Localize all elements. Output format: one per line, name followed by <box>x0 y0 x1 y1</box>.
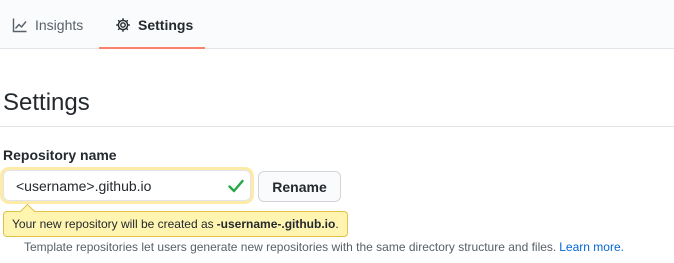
graph-icon <box>12 17 28 33</box>
repository-name-input[interactable] <box>3 170 251 201</box>
tab-settings[interactable]: Settings <box>99 0 205 49</box>
tab-insights-label: Insights <box>35 16 84 33</box>
repo-tab-bar: Insights Settings <box>0 0 674 49</box>
template-help-text: Template repositories let users generate… <box>24 240 624 254</box>
check-icon <box>228 179 244 198</box>
repository-name-tooltip: Your new repository will be created as -… <box>3 211 348 237</box>
tooltip-suffix: . <box>335 217 339 231</box>
repository-name-label: Repository name <box>3 147 117 163</box>
tooltip-prefix: Your new repository will be created as <box>12 217 214 231</box>
learn-more-link[interactable]: Learn more. <box>559 240 624 254</box>
tab-settings-label: Settings <box>138 16 194 33</box>
rename-button[interactable]: Rename <box>258 171 341 202</box>
gear-icon <box>115 17 131 33</box>
active-tab-indicator <box>99 47 205 49</box>
tooltip-repo-name: -username-.github.io <box>216 217 336 231</box>
tab-insights[interactable]: Insights <box>12 0 83 49</box>
title-divider <box>0 126 674 127</box>
page-title: Settings <box>3 89 90 116</box>
template-help-description: Template repositories let users generate… <box>24 240 557 254</box>
